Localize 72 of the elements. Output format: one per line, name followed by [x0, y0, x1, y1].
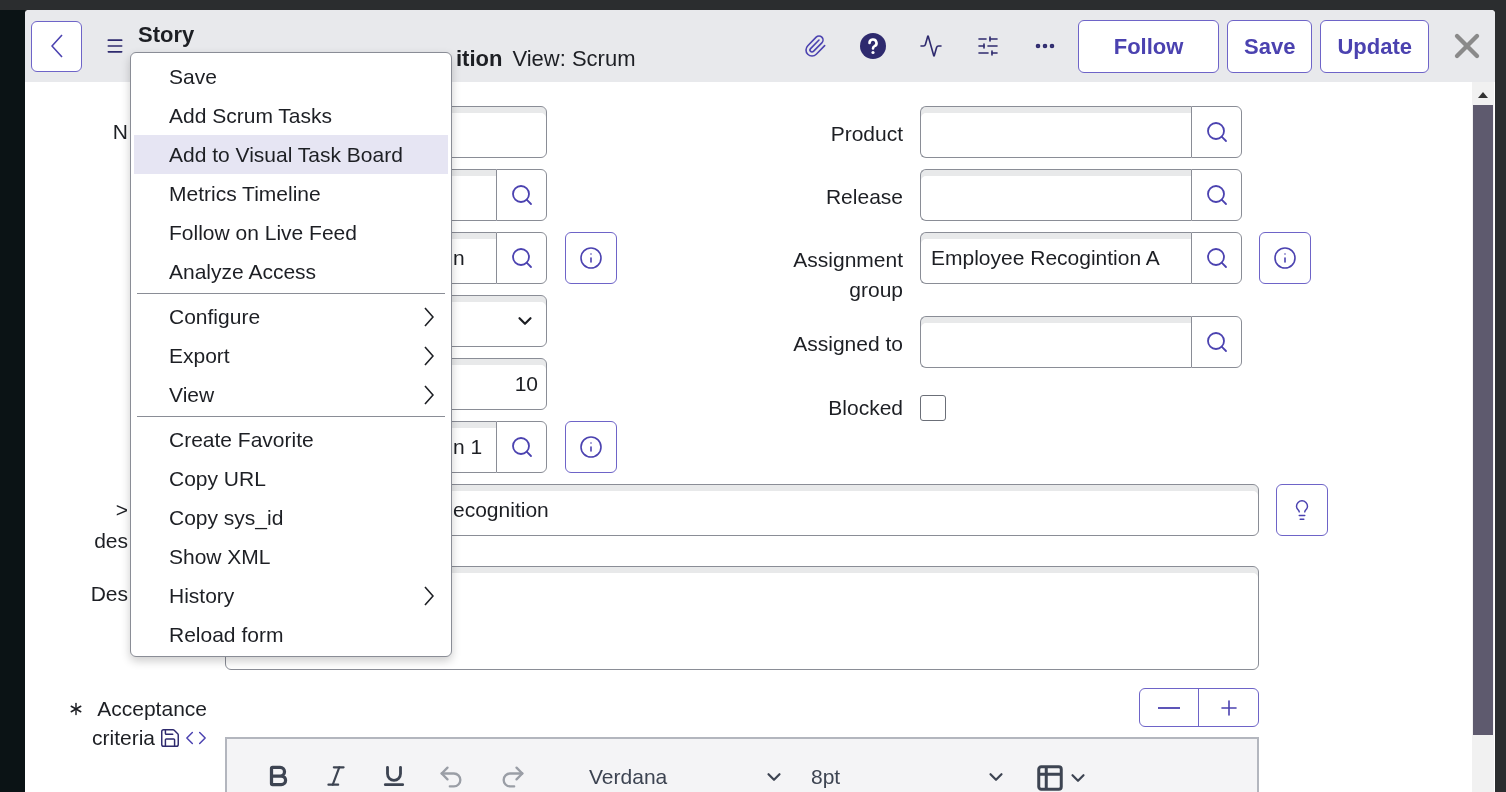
search-button[interactable]	[1191, 232, 1242, 284]
table-icon[interactable]	[1035, 763, 1065, 792]
info-icon	[579, 435, 603, 459]
menu-item[interactable]: Add Scrum Tasks	[134, 96, 448, 135]
search-icon	[509, 246, 534, 270]
search-button[interactable]	[1191, 106, 1242, 158]
lookup-field[interactable]	[920, 316, 1191, 368]
help-icon[interactable]	[860, 33, 887, 59]
search-icon	[1204, 120, 1229, 144]
search-button[interactable]	[1191, 169, 1242, 221]
menu-item[interactable]: Show XML	[134, 537, 448, 576]
menu-item[interactable]: Configure	[134, 297, 448, 336]
view-label: View: Scrum	[512, 47, 636, 71]
header-action-button[interactable]: Follow	[1078, 19, 1220, 73]
back-icon	[50, 34, 63, 58]
info-button[interactable]	[1259, 232, 1311, 284]
field-label: des	[94, 528, 128, 554]
menu-item[interactable]: Export	[134, 336, 448, 375]
field-label: criteria	[92, 725, 155, 751]
field-label: Assigned to	[792, 331, 903, 357]
scrollbar-thumb[interactable]	[1473, 105, 1493, 735]
scroll-up-icon[interactable]	[1478, 92, 1488, 98]
scrollbar[interactable]	[1472, 82, 1494, 792]
menu-icon	[105, 36, 125, 56]
search-button[interactable]	[1191, 316, 1242, 368]
search-icon	[509, 435, 534, 459]
suggestion-button[interactable]	[1276, 484, 1328, 536]
menu-item[interactable]: Follow on Live Feed	[134, 213, 448, 252]
back-button[interactable]	[31, 20, 82, 72]
header-action-button[interactable]: Save	[1227, 19, 1313, 73]
underline-icon[interactable]	[381, 763, 407, 789]
field-label: Acceptance	[97, 696, 207, 722]
checkbox[interactable]	[920, 395, 946, 421]
sliders-icon[interactable]	[976, 34, 1001, 58]
field-label: Des	[90, 581, 128, 607]
menu-item[interactable]: Metrics Timeline	[134, 174, 448, 213]
menu-item[interactable]: Add to Visual Task Board	[134, 135, 448, 174]
search-icon	[1204, 246, 1229, 270]
field-label: Release	[824, 184, 903, 210]
field-label: Blocked	[827, 395, 903, 421]
paperclip-icon[interactable]	[803, 34, 828, 58]
search-button[interactable]	[496, 421, 547, 473]
menu-item[interactable]: Create Favorite	[134, 420, 448, 459]
size-dropdown[interactable]: 8pt	[811, 763, 1007, 791]
lookup-field[interactable]	[920, 106, 1191, 158]
menu-item[interactable]: Analyze Access	[134, 252, 448, 291]
menu-item[interactable]: Reload form	[134, 615, 448, 654]
minus-icon	[1158, 706, 1180, 709]
search-button[interactable]	[496, 232, 547, 284]
info-button[interactable]	[565, 421, 617, 473]
search-icon	[1204, 183, 1229, 207]
pulse-icon[interactable]	[919, 34, 944, 58]
record-type-title: Story	[138, 23, 196, 47]
info-button[interactable]	[565, 232, 617, 284]
field-label: >	[115, 497, 128, 523]
field-label: Product	[829, 121, 903, 147]
lookup-field[interactable]: Employee Recogintion A	[920, 232, 1191, 284]
menu-item[interactable]: Save	[134, 57, 448, 96]
menu-item[interactable]: View	[134, 375, 448, 414]
search-icon	[1204, 330, 1229, 354]
info-icon	[579, 246, 603, 270]
info-icon	[1273, 246, 1297, 270]
field-label: N	[112, 119, 128, 146]
menu-item[interactable]: History	[134, 576, 448, 615]
lookup-field[interactable]	[920, 169, 1191, 221]
header-action-button[interactable]: Update	[1320, 19, 1429, 73]
search-button[interactable]	[496, 169, 547, 221]
record-title: ition	[456, 47, 503, 71]
field-label: Assignment group	[792, 247, 903, 303]
search-icon	[509, 183, 534, 207]
font-dropdown[interactable]: Verdana	[589, 763, 785, 791]
save-icon[interactable]	[159, 726, 181, 749]
